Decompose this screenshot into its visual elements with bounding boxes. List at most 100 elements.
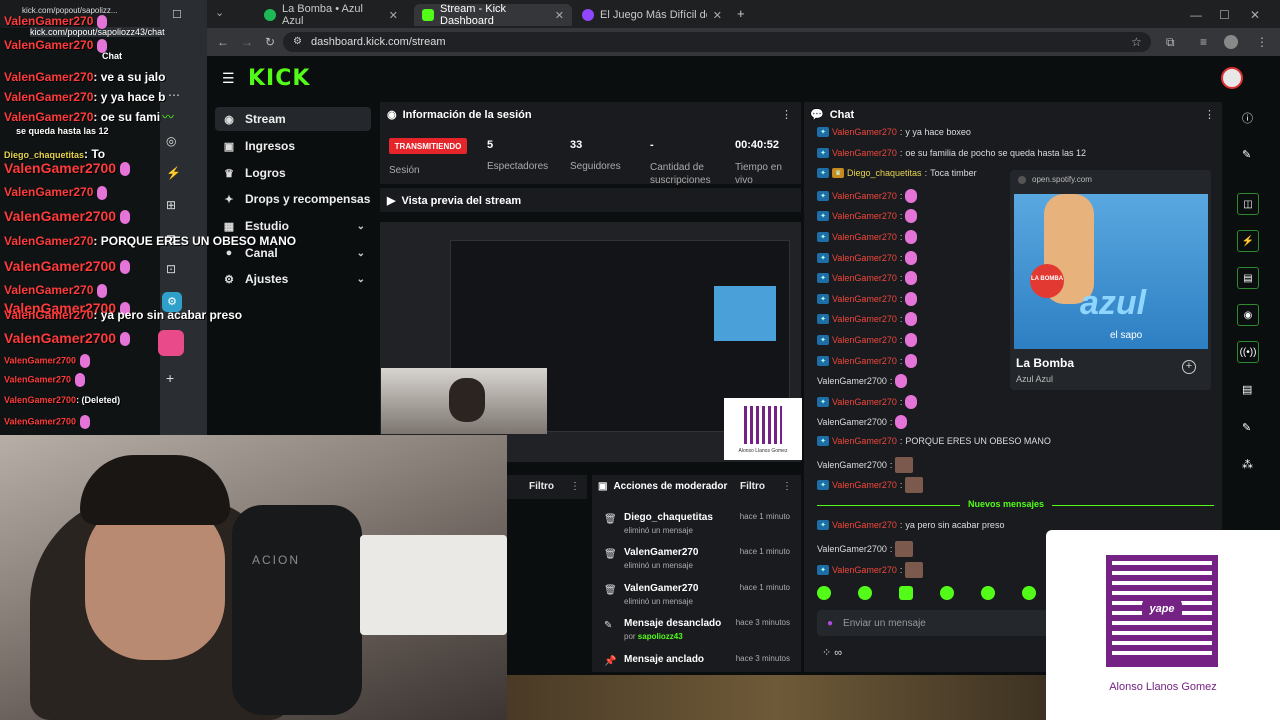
chat-message: ✦ ValenGamer270: — [817, 209, 918, 224]
forward-icon[interactable]: → — [241, 35, 253, 49]
bookmark-star-icon[interactable]: ☆ — [1131, 35, 1142, 49]
mod-action-desc: eliminó un mensaje — [624, 561, 693, 570]
chat-username[interactable]: ValenGamer270 — [832, 480, 897, 490]
add-icon[interactable]: + — [166, 370, 174, 386]
extensions-icon[interactable]: ⧉ — [1166, 35, 1175, 50]
tab-spotify[interactable]: La Bomba • Azul Azul ✕ — [256, 3, 406, 27]
trash-icon: 🗑 — [604, 549, 617, 560]
chat-username[interactable]: ValenGamer270 — [832, 148, 897, 158]
sidebar-item-ajustes[interactable]: ⚙ Ajustes ⌄ — [215, 267, 371, 291]
kebab-menu-icon[interactable]: ⋮ — [782, 481, 792, 492]
rail-broadcast-icon[interactable]: ((•)) — [1237, 341, 1259, 363]
chat-username[interactable]: ValenGamer270 — [832, 127, 897, 137]
spotify-mini-player[interactable]: open.spotify.com LA BOMBA azul el sapo L… — [1010, 170, 1211, 390]
emote-icon[interactable] — [981, 586, 995, 600]
mic-icon[interactable]: ◎ — [166, 134, 176, 148]
chat-username[interactable]: ValenGamer270 — [832, 294, 897, 304]
rail-chat-icon[interactable]: ◉ — [1237, 304, 1259, 326]
emote-icon[interactable] — [940, 586, 954, 600]
nodes-icon[interactable]: ⁂ — [1242, 458, 1253, 471]
wrench-icon[interactable]: ✎ — [1242, 421, 1251, 434]
chat-username[interactable]: ValenGamer270 — [832, 397, 897, 407]
emote-icon — [97, 185, 108, 200]
kick-logo[interactable]: KICK — [248, 66, 310, 91]
chat-username[interactable]: ValenGamer270 — [832, 253, 897, 263]
chat-username[interactable]: ValenGamer270 — [832, 211, 897, 221]
chat-username[interactable]: ValenGamer270 — [832, 356, 897, 366]
chat-username[interactable]: ValenGamer2700 — [817, 417, 887, 427]
address-bar[interactable]: dashboard.kick.com/stream — [283, 32, 1151, 52]
add-to-library-icon[interactable]: + — [1182, 360, 1196, 374]
user-avatar[interactable] — [1221, 67, 1243, 89]
close-icon[interactable]: ✕ — [555, 9, 564, 22]
chat-username[interactable]: ValenGamer270 — [832, 314, 897, 324]
tab-game[interactable]: El Juego Más Difícil del Mundo ✕ — [574, 4, 730, 26]
chat-username[interactable]: ValenGamer270 — [832, 232, 897, 242]
edit-icon[interactable]: ✎ — [1242, 148, 1251, 161]
chat-username[interactable]: ValenGamer2700 — [817, 544, 887, 554]
mod-filter-button[interactable]: Filtro — [740, 481, 765, 492]
chat-input[interactable]: ● Enviar un mensaje — [817, 610, 1049, 636]
sidebar-item-drops[interactable]: ✦ Drops y recompensas — [215, 187, 371, 211]
reload-icon[interactable]: ↻ — [265, 35, 275, 49]
profile-avatar[interactable] — [1224, 35, 1238, 49]
window-close-icon[interactable]: ✕ — [1250, 8, 1260, 22]
minimize-icon[interactable]: — — [1190, 8, 1202, 22]
chat-username[interactable]: ValenGamer2700 — [817, 376, 887, 386]
app-avatar-icon[interactable] — [158, 330, 184, 356]
chat-colon: : — [924, 168, 928, 179]
overlay-chat-line: ValenGamer2700 — [4, 330, 131, 347]
kebab-menu-icon[interactable]: ⋮ — [570, 481, 580, 492]
tab-kick-dashboard[interactable]: Stream - Kick Dashboard ✕ — [414, 3, 572, 27]
lightning-icon[interactable]: ⚡ — [166, 166, 181, 180]
grid-icon[interactable]: ⊞ — [166, 198, 176, 212]
chat-username[interactable]: ValenGamer270 — [832, 273, 897, 283]
mod-action-by[interactable]: sapoliozz43 — [638, 632, 683, 641]
live-status-badge: TRANSMITIENDO — [389, 138, 467, 154]
chat-username[interactable]: ValenGamer270 — [832, 520, 897, 530]
tab-search-icon[interactable]: ⌄ — [215, 6, 224, 19]
emote-icon[interactable] — [817, 586, 831, 600]
chat-username[interactable]: ValenGamer270 — [832, 436, 897, 446]
rail-list-icon[interactable]: ▤ — [1237, 267, 1259, 289]
emote-icon — [80, 354, 91, 368]
chat-username[interactable]: Diego_chaquetitas — [847, 168, 922, 178]
wave-icon[interactable]: 〰 — [162, 108, 174, 125]
emote-icon[interactable] — [899, 586, 913, 600]
browser-menu-icon[interactable]: ⋮ — [1256, 35, 1268, 49]
kebab-menu-icon[interactable]: ⋮ — [781, 108, 792, 121]
info-icon[interactable]: ⓘ — [1242, 110, 1253, 126]
bookmark-icon[interactable]: ☐ — [172, 8, 182, 21]
sidebar-item-ingresos[interactable]: ▣ Ingresos — [215, 134, 371, 158]
chat-username[interactable]: ValenGamer270 — [832, 191, 897, 201]
back-icon[interactable]: ← — [217, 35, 229, 49]
rail-camera-icon[interactable]: ◫ — [1237, 193, 1259, 215]
overlay-username: ValenGamer2700 — [4, 330, 117, 346]
chat-username[interactable]: ValenGamer2700 — [817, 460, 887, 470]
sidebar-item-logros[interactable]: ♛ Logros — [215, 161, 371, 185]
settings-infinity-icon[interactable]: ⁘ ∞ — [822, 646, 842, 659]
dots-icon[interactable]: ⋯ — [168, 88, 180, 102]
site-info-icon[interactable]: ⚙ — [293, 36, 302, 47]
emote-icon[interactable] — [858, 586, 872, 600]
chat-username[interactable]: ValenGamer270 — [832, 565, 897, 575]
hamburger-menu-icon[interactable]: ☰ — [222, 70, 235, 87]
chat-username[interactable]: ValenGamer270 — [832, 335, 897, 345]
filter-button[interactable]: Filtro — [529, 481, 554, 492]
chat-message: ValenGamer2700: — [817, 541, 914, 557]
layers-icon[interactable]: ▤ — [1242, 383, 1252, 396]
emote-icon[interactable] — [1022, 586, 1036, 600]
sidebar-item-stream[interactable]: ◉ Stream — [215, 107, 371, 131]
chat-text: oe su familia de pocho se queda hasta la… — [905, 147, 1087, 158]
emote-icon — [97, 38, 108, 53]
overlay-chat-line: ValenGamer2700 — [4, 160, 131, 177]
rail-lightning-icon[interactable]: ⚡ — [1237, 230, 1259, 252]
maximize-icon[interactable]: ☐ — [1219, 8, 1230, 22]
kebab-menu-icon[interactable]: ⋮ — [1204, 108, 1215, 121]
new-tab-icon[interactable]: + — [737, 6, 745, 21]
overlay-username: ValenGamer270 — [4, 374, 72, 385]
close-icon[interactable]: ✕ — [713, 9, 722, 22]
media-control-icon[interactable]: ≡ — [1200, 35, 1207, 49]
package-icon[interactable]: ⊡ — [166, 262, 176, 276]
close-icon[interactable]: ✕ — [389, 9, 398, 22]
